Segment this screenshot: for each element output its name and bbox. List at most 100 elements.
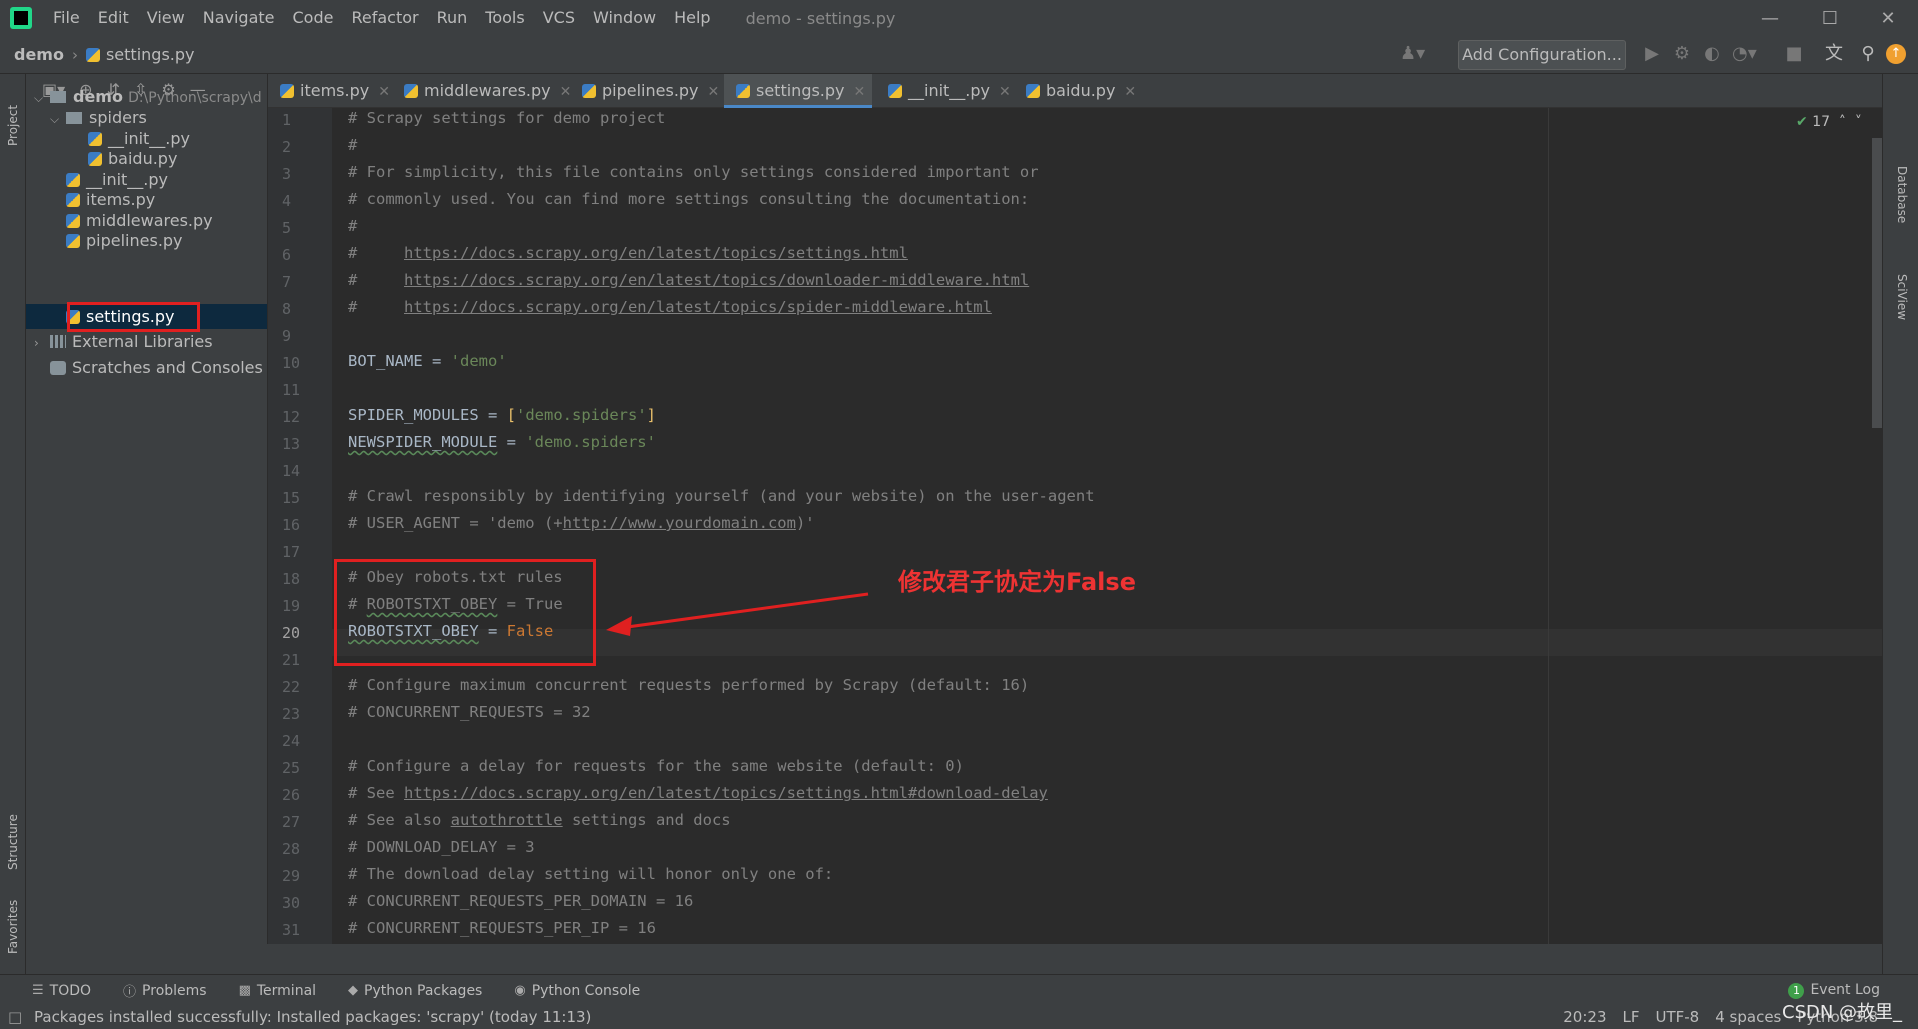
structure-tool-label[interactable]: Structure — [6, 814, 20, 870]
run-icon[interactable]: ▶ — [1640, 42, 1664, 66]
menu-refactor[interactable]: Refactor — [342, 0, 427, 36]
menu-window[interactable]: Window — [584, 0, 665, 36]
status-message[interactable]: Packages installed successfully: Install… — [34, 1006, 591, 1029]
tab-items[interactable]: items.py ✕ — [268, 74, 390, 108]
url-link[interactable]: http://www.yourdomain.com — [563, 514, 796, 532]
close-tab-icon[interactable]: ✕ — [999, 84, 1011, 100]
file-encoding[interactable]: UTF-8 — [1656, 1006, 1700, 1029]
docs-link[interactable]: https://docs.scrapy.org/en/latest/topics… — [404, 784, 1048, 802]
autothrottle-link[interactable]: autothrottle — [451, 811, 563, 829]
library-icon — [50, 335, 66, 348]
comment: # DOWNLOAD_DELAY = 3 — [348, 838, 535, 856]
code-line-4: # commonly used. You can find more setti… — [348, 186, 1029, 213]
database-tool-label[interactable]: Database — [1895, 166, 1909, 223]
line-number: 10 — [282, 354, 301, 372]
menu-run[interactable]: Run — [428, 0, 477, 36]
chevron-right-icon[interactable]: › — [34, 331, 50, 356]
tool-tab-python-console[interactable]: ◉ Python Console — [514, 983, 640, 999]
code-line-22: # Configure maximum concurrent requests … — [348, 672, 1029, 699]
chevron-down-icon[interactable]: ⌵ — [34, 86, 50, 111]
sciview-tool-label[interactable]: SciView — [1895, 274, 1909, 320]
chevron-down-icon[interactable]: ˅ — [1855, 114, 1862, 130]
close-tab-icon[interactable]: ✕ — [1124, 84, 1136, 100]
translate-icon[interactable]: 文 — [1822, 42, 1846, 66]
chevron-down-icon[interactable]: ⌵ — [50, 107, 66, 132]
tool-window-bar: ☰ TODO ⓘ Problems ▩ Terminal ◆ Python Packag… — [0, 974, 1918, 1006]
identifier: SPIDER_MODULES — [348, 406, 479, 424]
menu-help[interactable]: Help — [665, 0, 719, 36]
line-number: 15 — [282, 489, 301, 507]
inspection-widget[interactable]: ✔ 17 ˄ ˅ — [1796, 114, 1862, 130]
menu-file[interactable]: File — [44, 0, 89, 36]
caret-position[interactable]: 20:23 — [1563, 1006, 1606, 1029]
user-icon[interactable]: ♟▾ — [1400, 42, 1425, 66]
tree-item-scratches[interactable]: Scratches and Consoles — [50, 355, 263, 380]
docs-link[interactable]: https://docs.scrapy.org/en/latest/topics… — [404, 271, 1029, 289]
code-line-8: # https://docs.scrapy.org/en/latest/topi… — [348, 298, 992, 316]
code-line-31: # CONCURRENT_REQUESTS_PER_IP = 16 — [348, 915, 656, 942]
code-editor[interactable]: 1 2 3 4 5 6 7 8 9 10 11 12 13 14 15 16 17 18 19 20 21 22 23 24 2… — [268, 108, 1882, 944]
menu-tools[interactable]: Tools — [476, 0, 533, 36]
tool-tab-todo[interactable]: ☰ TODO — [32, 983, 91, 999]
line-number: 31 — [282, 921, 301, 939]
python-file-icon — [280, 84, 294, 98]
chevron-up-icon[interactable]: ˄ — [1839, 114, 1846, 130]
line-separator[interactable]: LF — [1623, 1006, 1640, 1029]
right-margin-guide — [1548, 108, 1549, 944]
vertical-scrollbar[interactable] — [1872, 138, 1882, 428]
close-icon[interactable]: ✕ — [1858, 0, 1918, 36]
python-file-icon — [88, 152, 102, 166]
update-icon[interactable]: ↑ — [1886, 44, 1906, 64]
tree-item-pipelines[interactable]: pipelines.py — [66, 228, 183, 253]
line-number: 16 — [282, 516, 301, 534]
debug-icon[interactable]: ⚙ — [1670, 42, 1694, 66]
line-number: 30 — [282, 894, 301, 912]
tab-baidu[interactable]: baidu.py ✕ — [1014, 74, 1136, 108]
line-number: 23 — [282, 705, 301, 723]
menu-vcs[interactable]: VCS — [534, 0, 584, 36]
comment: )' — [795, 514, 815, 532]
tool-tab-python-packages[interactable]: ◆ Python Packages — [348, 983, 482, 999]
close-tab-icon[interactable]: ✕ — [378, 84, 390, 100]
coverage-icon[interactable]: ◐ — [1700, 42, 1724, 66]
tool-tab-label: Python Console — [531, 982, 641, 999]
tab-middlewares[interactable]: middlewares.py ✕ — [392, 74, 571, 108]
editor-bottom-area — [26, 944, 1882, 974]
docs-link[interactable]: https://docs.scrapy.org/en/latest/topics… — [404, 244, 908, 262]
tab-pipelines[interactable]: pipelines.py ✕ — [570, 74, 719, 108]
comment: # Configure maximum concurrent requests … — [348, 676, 1030, 694]
tab-init[interactable]: __init__.py ✕ — [876, 74, 1011, 108]
maximize-icon[interactable]: ☐ — [1800, 0, 1860, 36]
tree-label: Scratches and Consoles — [72, 358, 263, 377]
tree-item-external-libraries[interactable]: › External Libraries — [34, 329, 213, 354]
project-tool-label[interactable]: Project — [6, 105, 20, 146]
menu-view[interactable]: View — [138, 0, 194, 36]
docs-link[interactable]: https://docs.scrapy.org/en/latest/topics… — [404, 298, 992, 316]
line-number: 1 — [282, 111, 292, 129]
add-configuration-button[interactable]: Add Configuration... — [1458, 40, 1626, 70]
tree-label: baidu.py — [108, 149, 178, 168]
tab-settings[interactable]: settings.py ✕ — [724, 74, 872, 108]
profile-icon[interactable]: ◔▾ — [1732, 42, 1757, 66]
close-tab-icon[interactable]: ✕ — [708, 84, 720, 100]
pycharm-logo-icon — [10, 7, 32, 29]
indent-setting[interactable]: 4 spaces — [1715, 1006, 1781, 1029]
event-log-button[interactable]: 1 Event Log — [1788, 982, 1880, 999]
search-icon[interactable]: ⚲ — [1856, 42, 1880, 66]
annotation-arrow — [606, 592, 869, 636]
close-tab-icon[interactable]: ✕ — [854, 84, 866, 100]
breadcrumb-file[interactable]: settings.py — [106, 45, 195, 64]
stop-icon[interactable]: ■ — [1782, 42, 1806, 66]
breadcrumb-project[interactable]: demo — [14, 45, 64, 64]
menu-code[interactable]: Code — [284, 0, 343, 36]
code-line-30: # CONCURRENT_REQUESTS_PER_DOMAIN = 16 — [348, 888, 693, 915]
status-toggle-icon[interactable]: □ — [8, 1006, 22, 1029]
minimize-icon[interactable]: — — [1740, 0, 1800, 36]
tool-tab-terminal[interactable]: ▩ Terminal — [239, 983, 316, 999]
menu-navigate[interactable]: Navigate — [194, 0, 284, 36]
favorites-tool-label[interactable]: Favorites — [6, 900, 20, 954]
tool-tab-label: Problems — [142, 982, 207, 999]
tool-tab-problems[interactable]: ⓘ Problems — [123, 981, 207, 1001]
annotation-text: 修改君子协定为False — [898, 568, 1136, 596]
menu-edit[interactable]: Edit — [89, 0, 138, 36]
